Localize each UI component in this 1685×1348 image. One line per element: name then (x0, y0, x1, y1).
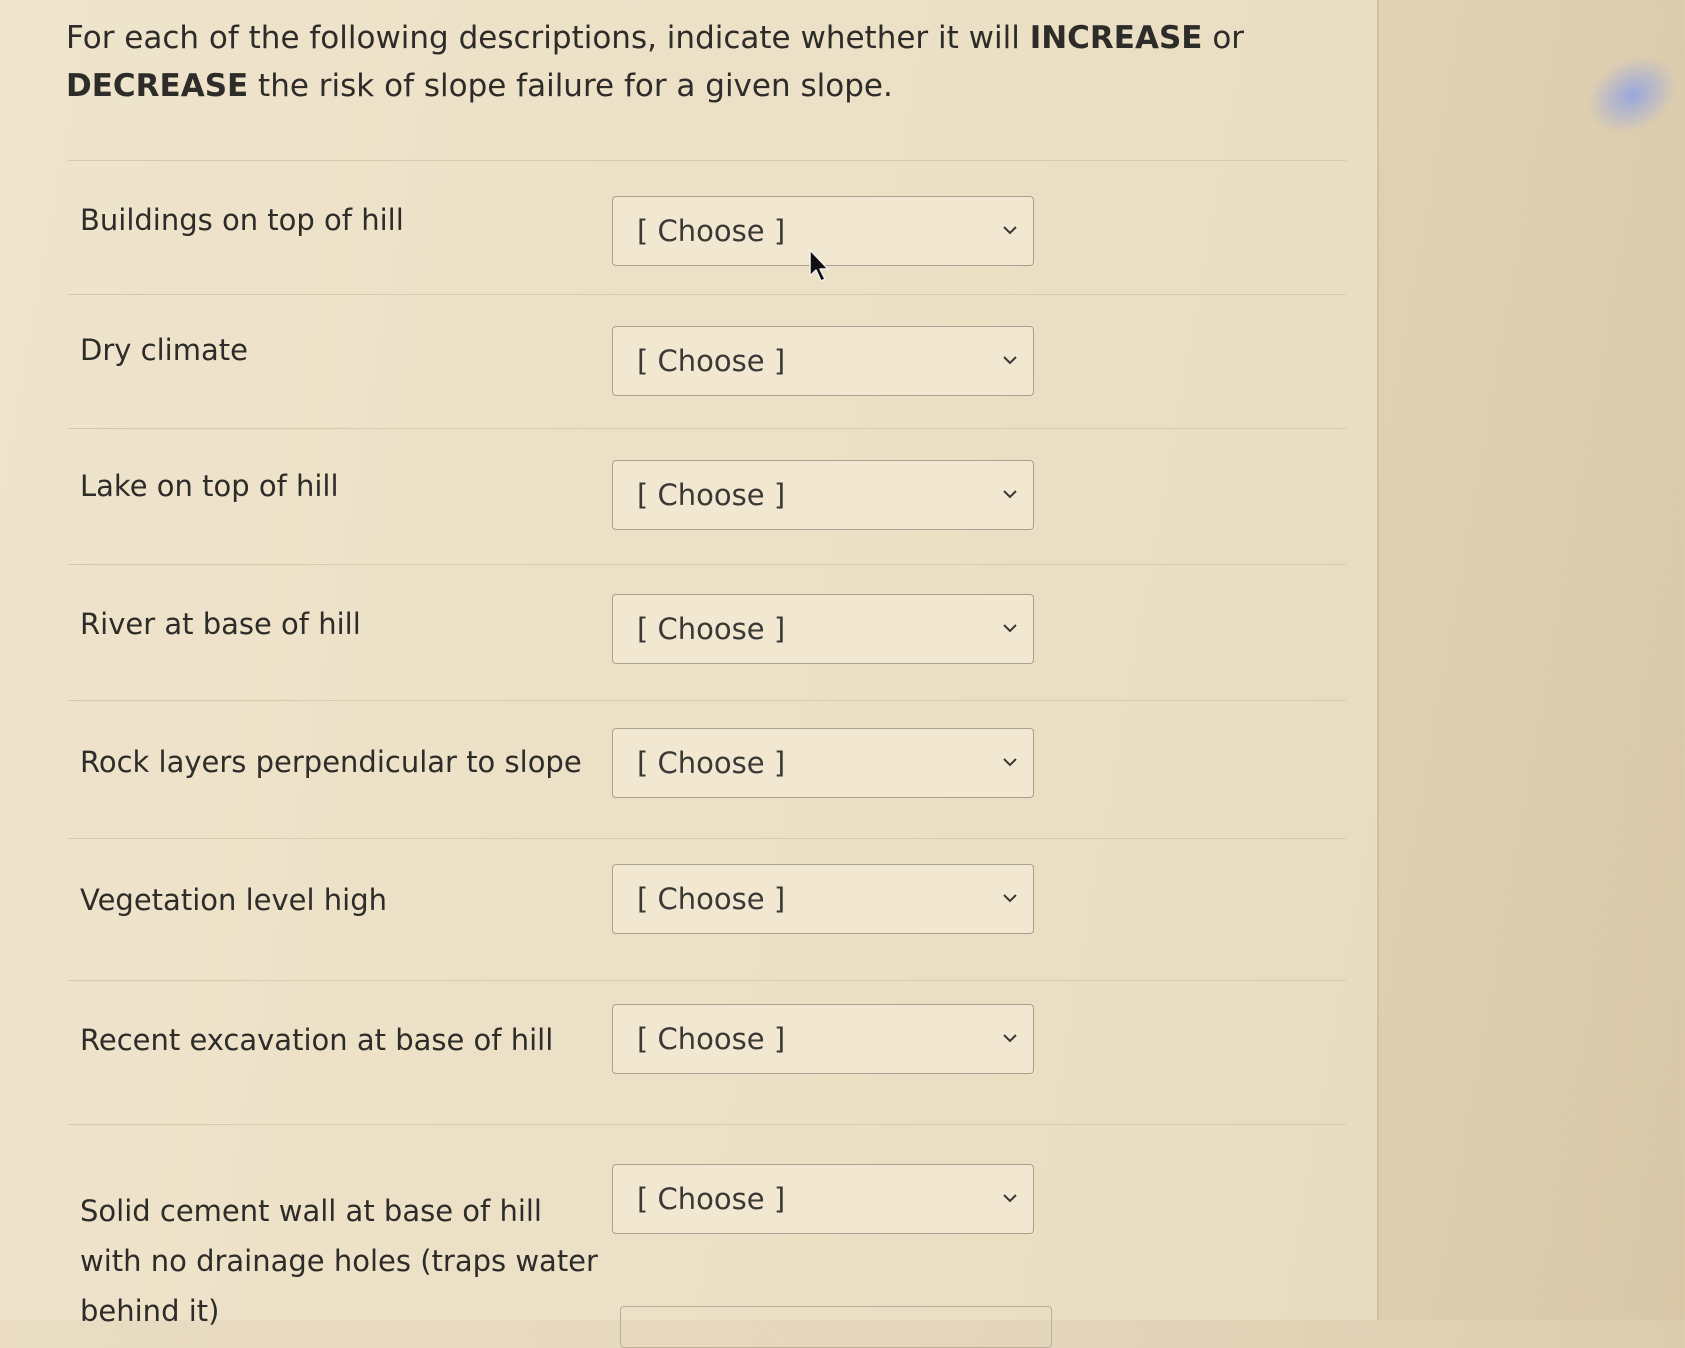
dropdown-value: [ Choose ] (637, 478, 786, 512)
description-label: Rock layers perpendicular to slope (80, 745, 582, 779)
divider (68, 1124, 1346, 1125)
answer-dropdown[interactable]: [ Choose ] (612, 1164, 1034, 1234)
answer-dropdown[interactable]: [ Choose ] (612, 594, 1034, 664)
description-label: Recent excavation at base of hill (80, 1023, 554, 1057)
divider (68, 428, 1346, 429)
description-label: River at base of hill (80, 607, 361, 641)
answer-dropdown[interactable]: [ Choose ] (612, 1004, 1034, 1074)
dropdown-value: [ Choose ] (637, 344, 786, 378)
chevron-down-icon (1003, 226, 1017, 235)
divider (68, 980, 1346, 981)
chevron-down-icon (1003, 758, 1017, 767)
increase-keyword: INCREASE (1029, 20, 1203, 56)
dropdown-value: [ Choose ] (637, 746, 786, 780)
divider (68, 700, 1346, 701)
divider (68, 564, 1346, 565)
dropdown-value: [ Choose ] (637, 882, 786, 916)
dropdown-value: [ Choose ] (637, 1182, 786, 1216)
divider (68, 838, 1346, 839)
description-label: Lake on top of hill (80, 469, 339, 503)
screen-glare (1573, 40, 1685, 150)
chevron-down-icon (1003, 894, 1017, 903)
mouse-cursor-icon (809, 249, 829, 282)
answer-dropdown[interactable]: [ Choose ] (612, 326, 1034, 396)
dropdown-value: [ Choose ] (637, 214, 786, 248)
answer-dropdown[interactable]: [ Choose ] (612, 728, 1034, 798)
divider (68, 294, 1346, 295)
answer-dropdown-partial[interactable] (620, 1306, 1052, 1348)
question-text: For each of the following descriptions, … (66, 20, 1245, 104)
chevron-down-icon (1003, 1194, 1017, 1203)
dropdown-value: [ Choose ] (637, 1022, 786, 1056)
description-label: Solid cement wall at base of hill with n… (80, 1194, 598, 1328)
chevron-down-icon (1003, 490, 1017, 499)
chevron-down-icon (1003, 1034, 1017, 1043)
description-label: Buildings on top of hill (80, 203, 404, 237)
divider (68, 160, 1346, 161)
chevron-down-icon (1003, 356, 1017, 365)
decrease-keyword: DECREASE (66, 68, 249, 104)
answer-dropdown[interactable]: [ Choose ] (612, 864, 1034, 934)
answer-dropdown[interactable]: [ Choose ] (612, 460, 1034, 530)
quiz-panel: For each of the following descriptions, … (0, 0, 1379, 1348)
description-label: Vegetation level high (80, 883, 387, 917)
chevron-down-icon (1003, 624, 1017, 633)
description-label: Dry climate (80, 333, 248, 367)
dropdown-value: [ Choose ] (637, 612, 786, 646)
